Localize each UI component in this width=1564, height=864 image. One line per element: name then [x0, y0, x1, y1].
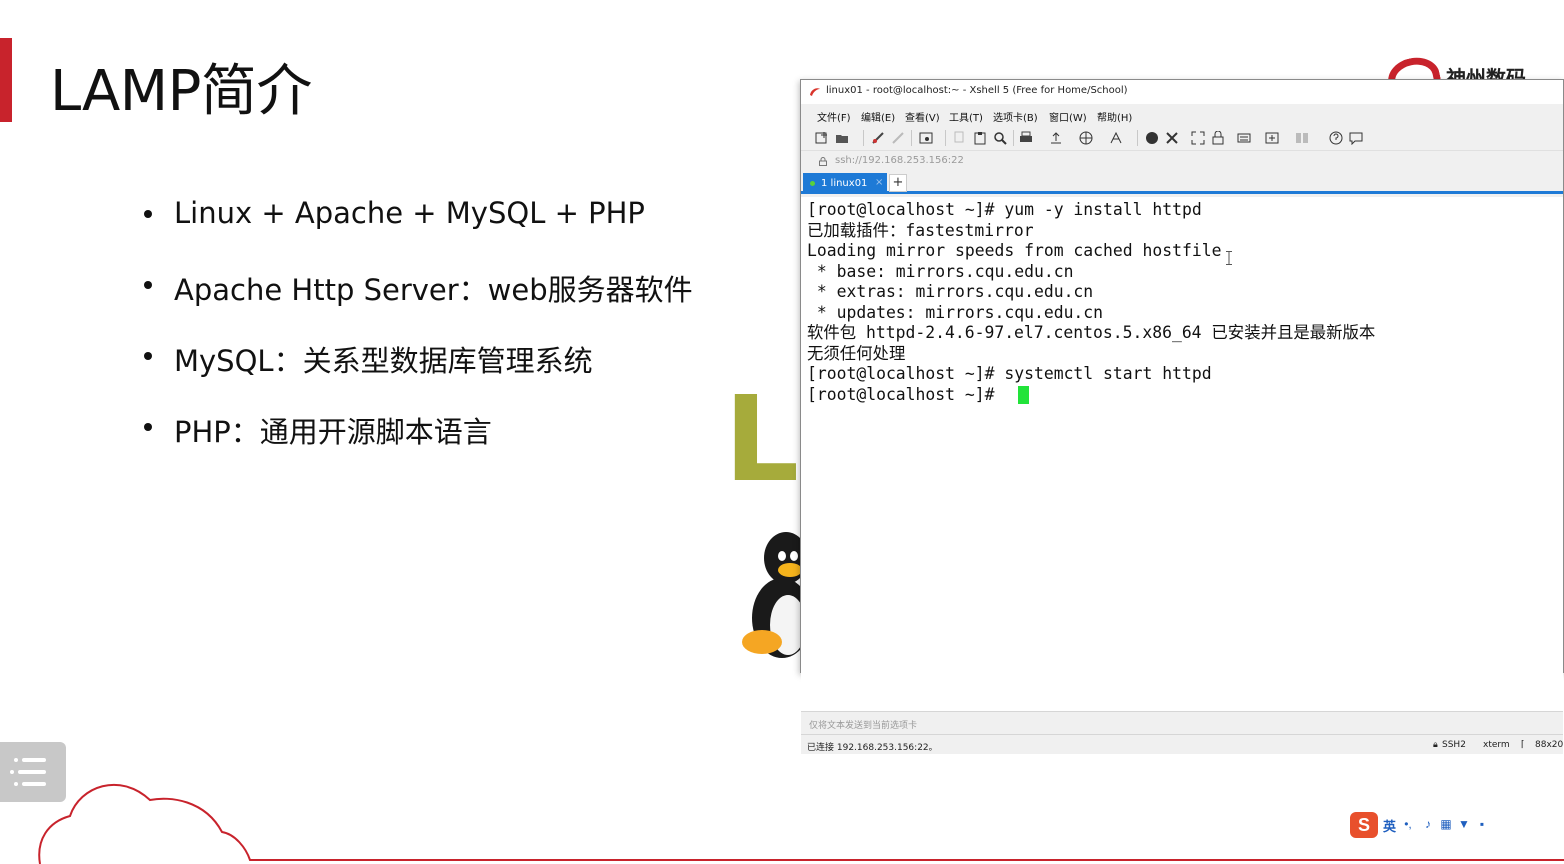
title-accent-bar — [0, 38, 12, 122]
punctuation-icon[interactable]: •, — [1402, 818, 1414, 830]
session-tab-bar: 1 linux01 × + — [801, 172, 1563, 194]
ime-language-toggle[interactable]: 英 — [1383, 816, 1396, 835]
menu-view[interactable]: 查看(V) — [905, 109, 940, 124]
toolbar-separator — [911, 130, 912, 146]
print-icon[interactable] — [1019, 131, 1033, 145]
tab-linux01[interactable]: 1 linux01 × — [803, 173, 887, 194]
skin-shirt-icon[interactable]: ▼ — [1458, 818, 1470, 830]
properties-icon[interactable] — [919, 131, 933, 145]
layout-icon[interactable] — [1295, 131, 1309, 145]
text-cursor-icon — [1226, 251, 1232, 265]
copy-icon[interactable] — [953, 131, 967, 145]
tab-label: 1 linux01 — [821, 178, 868, 189]
terminal-line: 无须任何处理 — [807, 343, 906, 363]
terminal-line: [root@localhost ~]# yum -y install httpd — [807, 200, 1202, 219]
terminal-cursor — [1018, 386, 1029, 404]
terminal-line: [root@localhost ~]# systemctl start http… — [807, 364, 1212, 383]
xshell-app-icon — [810, 88, 820, 96]
microphone-icon[interactable]: ♪ — [1422, 818, 1434, 830]
connected-status-icon — [810, 181, 815, 186]
terminal-line: 已加载插件：fastestmirror — [807, 220, 1034, 240]
menu-help[interactable]: 帮助(H) — [1097, 109, 1132, 124]
address-text: ssh://192.168.253.156:22 — [835, 155, 964, 166]
menu-edit[interactable]: 编辑(E) — [861, 109, 895, 124]
font-icon[interactable] — [1109, 131, 1123, 145]
status-bar: 已连接 192.168.253.156:22。 🔒︎ SSH2 xterm ⌈ … — [801, 734, 1563, 754]
open-folder-icon[interactable] — [835, 131, 849, 145]
terminal-type-status: xterm — [1483, 740, 1510, 750]
toolbar-separator — [945, 130, 946, 146]
terminal-line: * base: mirrors.cqu.edu.cn — [807, 261, 1074, 281]
address-bar[interactable]: ssh://192.168.253.156:22 — [801, 150, 1563, 172]
sogou-ime-icon[interactable]: S — [1350, 812, 1378, 838]
protocol-status: SSH2 — [1442, 740, 1466, 750]
terminal-line: 软件包 httpd-2.4.6-97.el7.centos.5.x86_64 已… — [807, 323, 1376, 342]
menu-window[interactable]: 窗口(W) — [1049, 109, 1087, 124]
add-tab-button[interactable]: + — [889, 174, 907, 192]
compose-bar[interactable]: 仅将文本发送到当前选项卡 — [801, 711, 1563, 734]
new-session-icon[interactable] — [815, 131, 829, 145]
terminal-line: Loading mirror speeds from cached hostfi… — [807, 241, 1222, 260]
keyboard-icon[interactable] — [1237, 131, 1251, 145]
resize-icon: ⌈ — [1521, 740, 1525, 750]
compose-placeholder: 仅将文本发送到当前选项卡 — [809, 721, 918, 731]
toolbox-grid-icon[interactable]: ▪ — [1476, 818, 1488, 830]
terminal-size-status: 88x20 — [1535, 740, 1564, 750]
ime-toolbar[interactable]: S 英 •, ♪ ▦ ▼ ▪ — [1350, 812, 1500, 852]
brand-swoosh-icon — [1388, 53, 1444, 82]
bullet-text: Apache Http Server：web服务器软件 — [174, 273, 693, 307]
keyboard-icon[interactable]: ▦ — [1440, 818, 1452, 830]
brand-logo: 神州数码 — [1388, 52, 1564, 82]
bullet-dot — [144, 281, 152, 289]
terminal-area[interactable]: [root@localhost ~]# yum -y install httpd… — [801, 197, 1563, 711]
xshell-window: linux01 - root@localhost:~ - Xshell 5 (F… — [800, 79, 1564, 754]
disconnect-icon[interactable] — [891, 131, 905, 145]
help-icon[interactable] — [1329, 131, 1343, 145]
linux-logo-text: Li — [724, 390, 805, 490]
slide-title: LAMP简介 — [50, 59, 312, 124]
menu-file[interactable]: 文件(F) — [817, 109, 851, 124]
toolbar-separator — [1013, 130, 1014, 146]
xftp-icon[interactable] — [1145, 131, 1159, 145]
menu-bar: 文件(F) 编辑(E) 查看(V) 工具(T) 选项卡(B) 窗口(W) 帮助(… — [801, 104, 1563, 126]
bullet-dot — [144, 423, 152, 431]
linux-logo: Li — [720, 390, 805, 490]
menu-tools[interactable]: 工具(T) — [949, 109, 983, 124]
terminal-line: [root@localhost ~]# — [807, 384, 1005, 404]
fullscreen-icon[interactable] — [1191, 131, 1205, 145]
toolbar — [801, 126, 1563, 150]
terminal-line: * extras: mirrors.cqu.edu.cn — [807, 282, 1094, 301]
transfer-icon[interactable] — [1049, 131, 1063, 145]
connect-icon[interactable] — [871, 131, 885, 145]
bullet-text: Linux + Apache + MySQL + PHP — [174, 196, 645, 230]
paste-icon[interactable] — [973, 131, 987, 145]
connection-status: 已连接 192.168.253.156:22。 — [807, 743, 938, 753]
terminal-line: * updates: mirrors.cqu.edu.cn — [807, 302, 1104, 322]
decorative-cloud-outline — [38, 783, 1564, 864]
tab-close-icon[interactable]: × — [875, 177, 883, 188]
window-title: linux01 - root@localhost:~ - Xshell 5 (F… — [826, 85, 1128, 96]
bullet-dot — [144, 210, 152, 218]
lock-icon — [819, 157, 827, 166]
chat-icon[interactable] — [1349, 131, 1363, 145]
menu-tabs[interactable]: 选项卡(B) — [993, 109, 1038, 124]
lock-icon[interactable] — [1211, 131, 1225, 145]
window-titlebar[interactable]: linux01 - root@localhost:~ - Xshell 5 (F… — [801, 80, 1563, 104]
find-icon[interactable] — [993, 131, 1007, 145]
bullet-text: MySQL：关系型数据库管理系统 — [174, 344, 593, 378]
xshell-icon[interactable] — [1165, 131, 1179, 145]
toolbar-separator — [1137, 130, 1138, 146]
bullet-text: PHP：通用开源脚本语言 — [174, 415, 492, 449]
new-tab-icon[interactable] — [1265, 131, 1279, 145]
bullet-dot — [144, 352, 152, 360]
tux-penguin-icon — [742, 532, 804, 658]
globe-icon[interactable] — [1079, 131, 1093, 145]
toolbar-separator — [863, 130, 864, 146]
lock-icon: 🔒︎ — [1433, 740, 1438, 750]
